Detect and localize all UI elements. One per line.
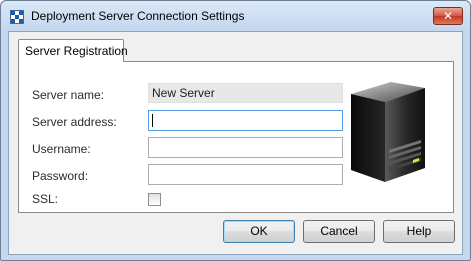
username-input[interactable] [148,137,343,158]
app-icon [10,10,24,24]
ssl-checkbox[interactable] [148,193,161,206]
dialog-window: Deployment Server Connection Settings ✕ … [0,0,471,261]
password-input[interactable] [148,164,343,185]
username-label: Username: [32,142,91,156]
title-bar[interactable]: Deployment Server Connection Settings ✕ [1,1,470,31]
tab-server-registration[interactable]: Server Registration [18,39,128,62]
server-registration-panel: Server name: New Server Server address: … [18,61,454,213]
dialog-body: Server Registration Server name: New Ser… [8,31,463,255]
password-label: Password: [32,169,89,183]
server-address-label: Server address: [32,115,117,129]
text-caret [152,114,153,127]
server-name-field: New Server [148,83,343,103]
ok-button[interactable]: OK [223,220,295,243]
close-icon: ✕ [442,9,454,23]
tab-label: Server Registration [25,44,128,58]
server-address-input[interactable] [148,110,343,131]
help-button[interactable]: Help [383,220,455,243]
close-button[interactable]: ✕ [433,7,463,25]
ssl-label: SSL: [32,192,59,206]
server-tower-icon [351,82,425,182]
cancel-button[interactable]: Cancel [303,220,375,243]
server-name-label: Server name: [32,88,105,102]
window-title: Deployment Server Connection Settings [31,9,245,23]
server-name-value: New Server [152,86,215,100]
